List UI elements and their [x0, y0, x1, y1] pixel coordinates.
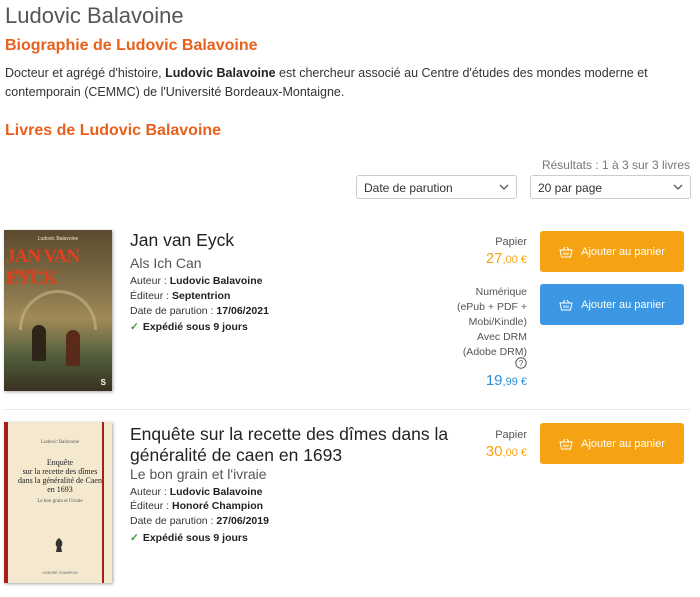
add-to-cart-paper-button[interactable]: Ajouter au panier [540, 423, 684, 464]
cover-subtitle: Le bon grain et l'ivraie [37, 499, 83, 504]
cover-author: Ludovic Balavoine [40, 440, 80, 445]
publisher-logo: S [100, 378, 106, 387]
help-icon[interactable]: ? [515, 357, 527, 369]
format-paper-label: Papier [495, 429, 527, 441]
format-paper-label: Papier [495, 236, 527, 248]
format-digital-label: Numérique (ePub + PDF + Mobi/Kindle) Ave… [456, 286, 527, 358]
sort-select[interactable]: Date de parution [356, 175, 517, 199]
sort-select-value: Date de parution [364, 181, 453, 195]
cover-red-bar [102, 422, 104, 583]
book-publisher: Éditeur : Honoré Champion [130, 500, 264, 512]
cover-subtitle: Als Ich Can [12, 267, 53, 276]
author-link[interactable]: Ludovic Balavoine [170, 486, 263, 498]
cover-author: Ludovic Balavoine [37, 236, 79, 242]
emblem-icon [55, 538, 63, 552]
cover-arch-illustration [19, 290, 97, 330]
book-cover-jan-van-eyck[interactable]: Ludovic Balavoine JAN VAN EYCK Als Ich C… [4, 230, 112, 391]
per-page-select[interactable]: 20 par page [530, 175, 691, 199]
per-page-select-value: 20 par page [538, 181, 603, 195]
book-title[interactable]: Jan van Eyck [130, 230, 234, 251]
page-title: Ludovic Balavoine [5, 3, 184, 28]
book-cover-enquete-dimes[interactable]: Ludovic Balavoine Enquête sur la recette… [4, 422, 112, 583]
cover-figure [66, 330, 80, 366]
chevron-down-icon [499, 184, 509, 190]
book-author: Auteur : Ludovic Balavoine [130, 486, 263, 498]
paper-price: 30,00 € [485, 443, 527, 460]
bio-heading: Biographie de Ludovic Balavoine [5, 37, 258, 54]
book-divider [5, 409, 690, 410]
chevron-down-icon [673, 184, 683, 190]
add-to-cart-digital-button[interactable]: Ajouter au panier [540, 284, 684, 325]
book-publisher: Éditeur : Septentrion [130, 290, 231, 302]
cover-title: Enquête sur la recette des dîmes dans la… [18, 458, 102, 494]
svg-text:?: ? [519, 359, 524, 368]
book-date: Date de parution : 17/06/2021 [130, 305, 269, 317]
author-link[interactable]: Ludovic Balavoine [170, 275, 263, 287]
books-heading: Livres de Ludovic Balavoine [5, 122, 222, 139]
cover-publisher: HONORÉ CHAMPION [42, 571, 78, 575]
paper-price: 27,00 € [485, 250, 527, 267]
basket-icon [559, 246, 573, 257]
digital-price: 19,99 € [485, 372, 527, 389]
shipping-status: ✓ Expédié sous 9 jours [130, 321, 248, 333]
book-title[interactable]: Enquête sur la recette des dîmes dans la… [130, 424, 448, 466]
shipping-status: ✓ Expédié sous 9 jours [130, 532, 248, 544]
book-date: Date de parution : 27/06/2019 [130, 515, 269, 527]
basket-icon [559, 299, 573, 310]
basket-icon [559, 438, 573, 449]
results-count: Résultats : 1 à 3 sur 3 livres [541, 158, 690, 172]
book-subtitle: Als Ich Can [130, 255, 202, 271]
book-subtitle: Le bon grain et l'ivraie [130, 466, 267, 482]
check-icon: ✓ [130, 321, 139, 333]
bio-text: Docteur et agrégé d'histoire, Ludovic Ba… [5, 66, 648, 99]
cover-figure [32, 325, 46, 361]
check-icon: ✓ [130, 532, 139, 544]
add-to-cart-paper-button[interactable]: Ajouter au panier [540, 231, 684, 272]
book-author: Auteur : Ludovic Balavoine [130, 275, 263, 287]
